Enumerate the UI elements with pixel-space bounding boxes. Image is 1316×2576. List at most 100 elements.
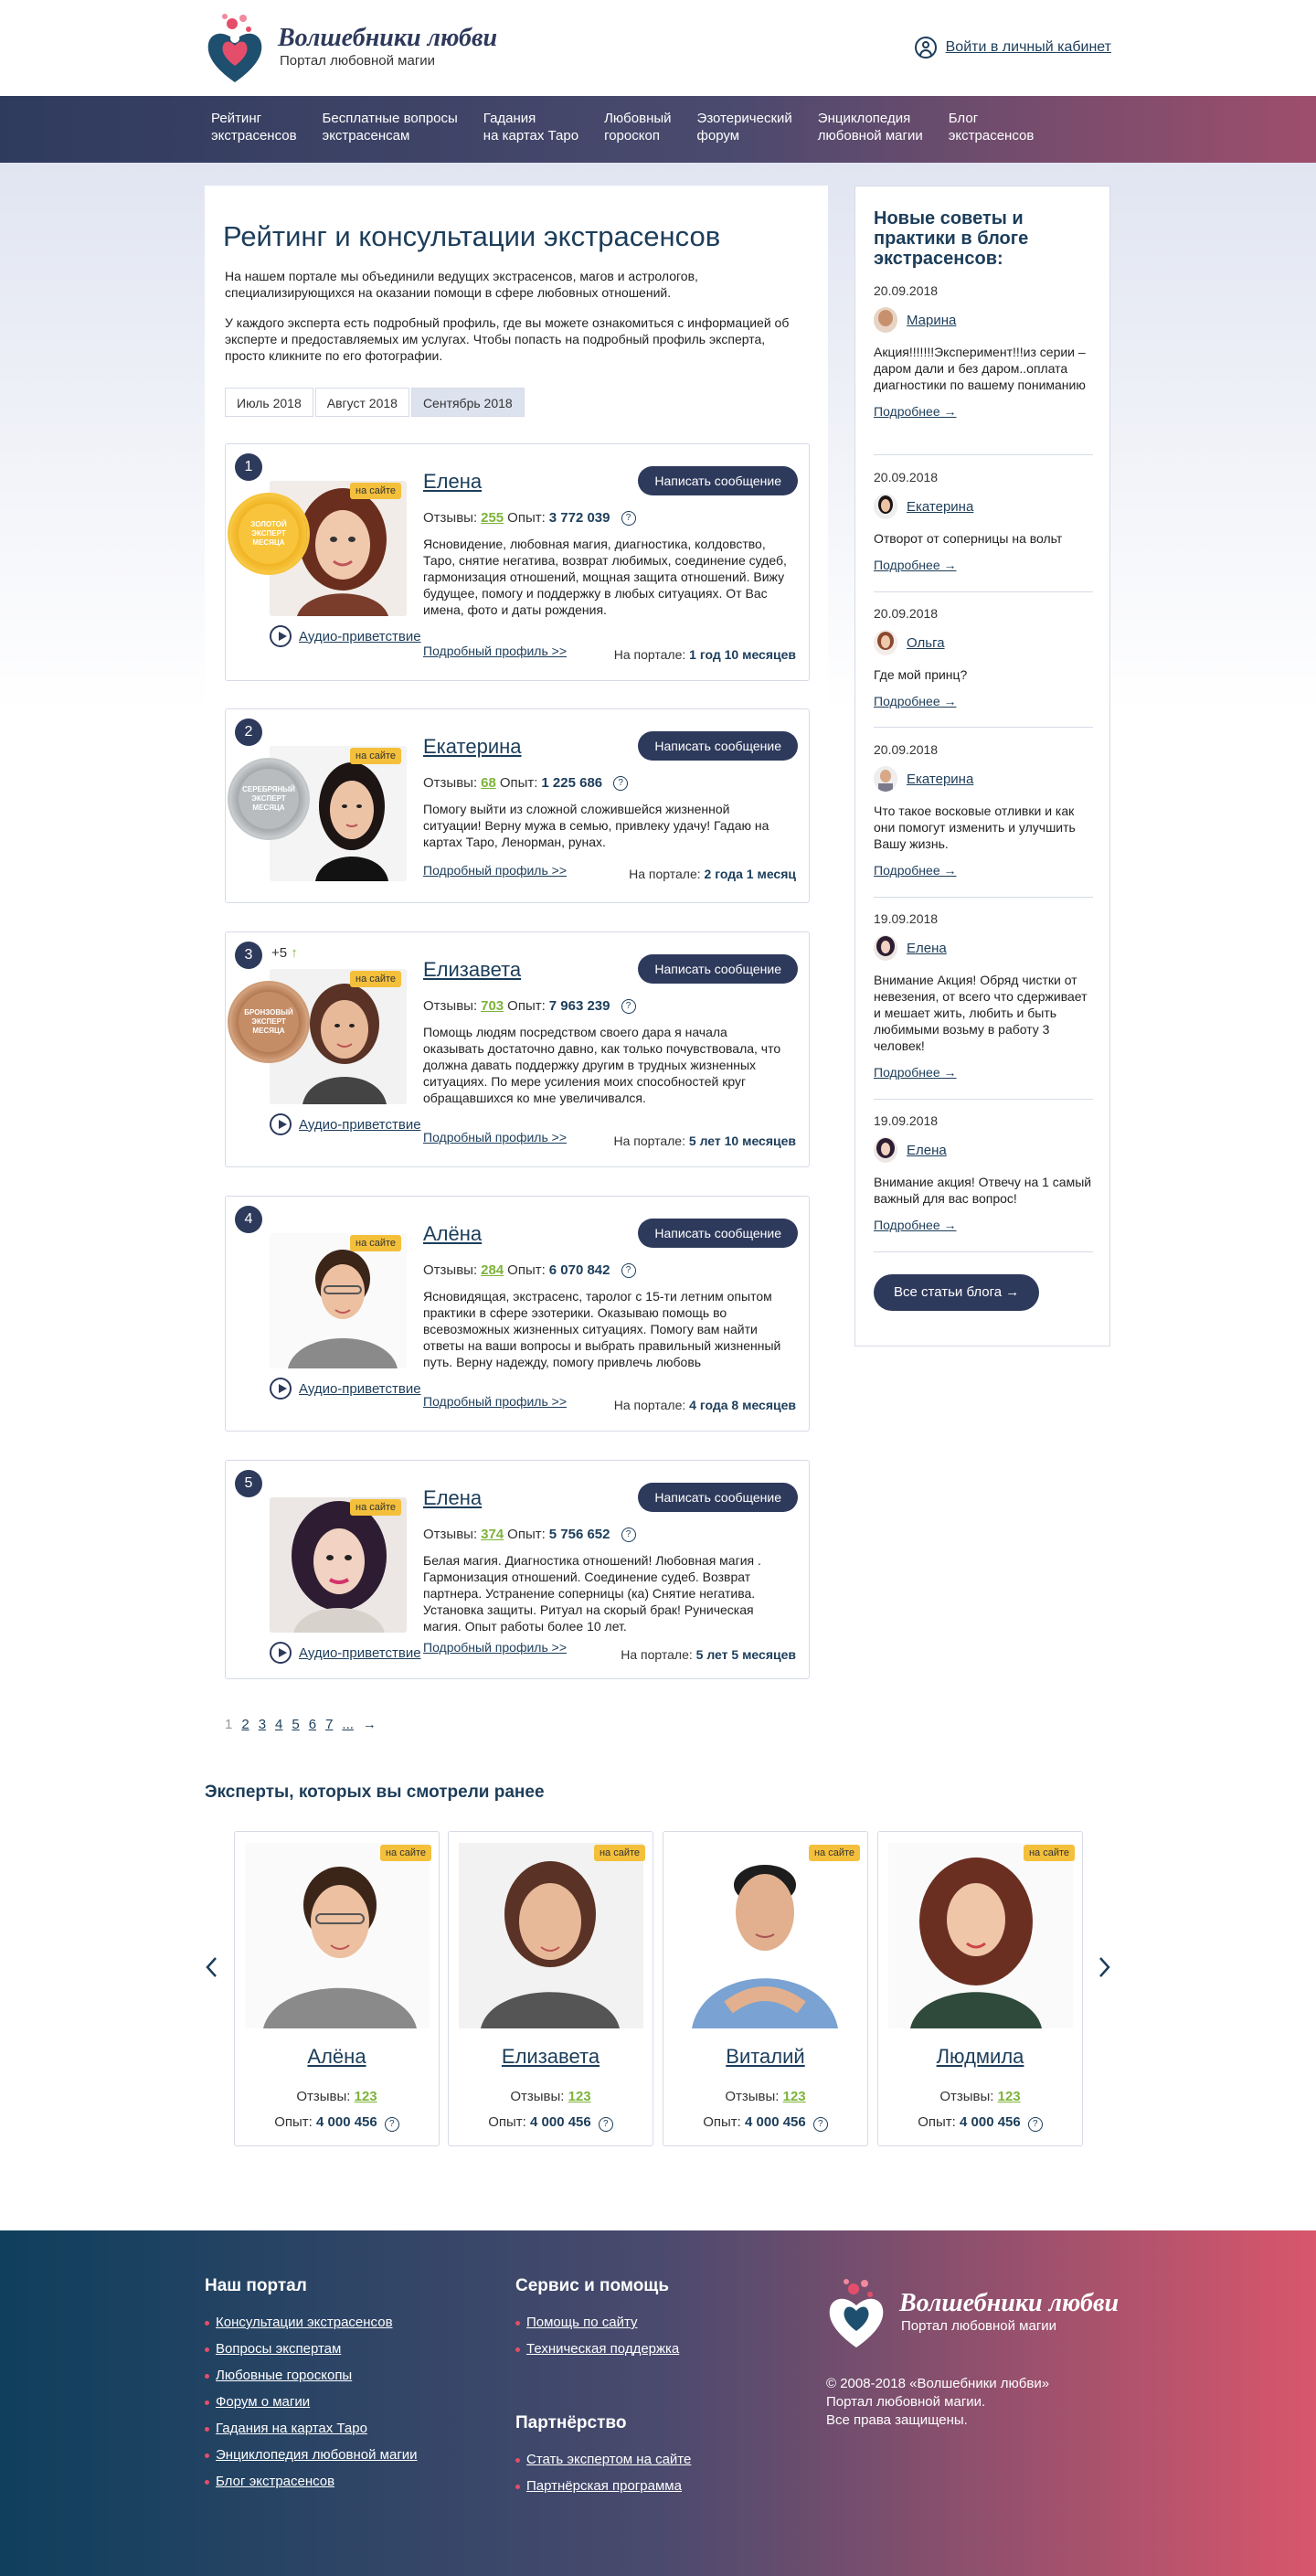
audio-greeting[interactable]: Аудио-приветствие [270, 625, 421, 647]
more-link[interactable]: Подробнее → [874, 694, 1093, 708]
profile-link[interactable]: Подробный профиль >> [423, 863, 567, 878]
write-message-button[interactable]: Написать сообщение [638, 466, 798, 495]
more-link[interactable]: Подробнее → [874, 1218, 1093, 1232]
profile-link[interactable]: Подробный профиль >> [423, 1394, 567, 1409]
author-name[interactable]: Елена [907, 941, 947, 956]
help-icon[interactable]: ? [1027, 2117, 1043, 2132]
next-page-icon[interactable]: → [363, 1717, 377, 1732]
author-name[interactable]: Марина [907, 313, 956, 328]
reviews-count[interactable]: 284 [481, 1262, 504, 1278]
help-icon[interactable]: ? [598, 2117, 613, 2132]
footer-link[interactable]: Помощь по сайту [515, 2315, 679, 2330]
footer-link[interactable]: Вопросы экспертам [205, 2341, 418, 2357]
nav-item-blog[interactable]: Блог экстрасенсов [949, 96, 1035, 163]
expert-name[interactable]: Людмила [878, 2045, 1082, 2069]
tab-july[interactable]: Июль 2018 [225, 388, 313, 417]
expert-name[interactable]: Елена [423, 1486, 482, 1510]
expert-photo[interactable] [888, 1843, 1073, 2028]
expert-photo[interactable] [270, 1233, 407, 1368]
footer-link[interactable]: Партнёрская программа [515, 2478, 691, 2494]
nav-item-tarot[interactable]: Гадания на картах Таро [483, 96, 578, 163]
post-author[interactable]: Елена [874, 1137, 1093, 1163]
chevron-left-icon[interactable] [203, 1956, 221, 1978]
nav-item-free-questions[interactable]: Бесплатные вопросы экстрасенсам [323, 96, 458, 163]
chevron-right-icon[interactable] [1095, 1956, 1113, 1978]
reviews-count[interactable]: 123 [783, 2089, 806, 2104]
footer-link[interactable]: Гадания на картах Таро [205, 2421, 418, 2436]
post-author[interactable]: Марина [874, 307, 1093, 333]
expert-name[interactable]: Виталий [663, 2045, 867, 2069]
page-link[interactable]: 2 [241, 1717, 249, 1732]
post-author[interactable]: Екатерина [874, 766, 1093, 792]
profile-link[interactable]: Подробный профиль >> [423, 644, 567, 658]
page-link[interactable]: 3 [259, 1717, 266, 1732]
page-link[interactable]: 7 [325, 1717, 333, 1732]
audio-greeting[interactable]: Аудио-приветствие [270, 1378, 421, 1400]
footer-logo[interactable]: Волшебники любви Портал любовной магии [826, 2276, 1128, 2349]
more-link[interactable]: Подробнее → [874, 863, 1093, 878]
page-link[interactable]: 5 [292, 1717, 299, 1732]
footer-link[interactable]: Любовные гороскопы [205, 2368, 418, 2383]
footer-link[interactable]: Стать экспертом на сайте [515, 2452, 691, 2467]
more-link[interactable]: Подробнее → [874, 558, 1093, 572]
author-name[interactable]: Екатерина [907, 499, 973, 515]
help-icon[interactable]: ? [621, 510, 636, 526]
write-message-button[interactable]: Написать сообщение [638, 954, 798, 984]
tab-september[interactable]: Сентябрь 2018 [410, 388, 525, 417]
expert-name[interactable]: Алёна [423, 1222, 482, 1246]
footer-link[interactable]: Форум о магии [205, 2394, 418, 2410]
post-author[interactable]: Ольга [874, 630, 1093, 655]
more-link[interactable]: Подробнее → [874, 404, 1093, 419]
post-author[interactable]: Екатерина [874, 494, 1093, 519]
reviews-count[interactable]: 123 [568, 2089, 591, 2104]
reviews-count[interactable]: 255 [481, 510, 504, 526]
recent-expert-card[interactable]: на сайте Алёна Отзывы: 123 Опыт: 4 000 4… [234, 1831, 440, 2146]
expert-photo[interactable] [674, 1843, 858, 2028]
reviews-count[interactable]: 374 [481, 1527, 504, 1542]
help-icon[interactable]: ? [384, 2117, 399, 2132]
recent-expert-card[interactable]: на сайте Людмила Отзывы: 123 Опыт: 4 000… [877, 1831, 1083, 2146]
write-message-button[interactable]: Написать сообщение [638, 731, 798, 761]
recent-expert-card[interactable]: на сайте Виталий Отзывы: 123 Опыт: 4 000… [663, 1831, 868, 2146]
post-author[interactable]: Елена [874, 935, 1093, 961]
nav-item-encyclopedia[interactable]: Энциклопедия любовной магии [818, 96, 923, 163]
author-name[interactable]: Елена [907, 1143, 947, 1158]
audio-label[interactable]: Аудио-приветствие [299, 1381, 421, 1397]
audio-greeting[interactable]: Аудио-приветствие [270, 1113, 421, 1135]
recent-expert-card[interactable]: на сайте Елизавета Отзывы: 123 Опыт: 4 0… [448, 1831, 653, 2146]
audio-label[interactable]: Аудио-приветствие [299, 629, 421, 644]
expert-photo[interactable] [245, 1843, 430, 2028]
reviews-count[interactable]: 123 [998, 2089, 1021, 2104]
play-icon[interactable] [270, 1378, 292, 1400]
audio-label[interactable]: Аудио-приветствие [299, 1117, 421, 1133]
write-message-button[interactable]: Написать сообщение [638, 1483, 798, 1512]
expert-name[interactable]: Елизавета [423, 958, 521, 982]
play-icon[interactable] [270, 1642, 292, 1664]
page-ellipsis[interactable]: ... [342, 1717, 354, 1732]
expert-photo[interactable] [270, 1497, 407, 1633]
play-icon[interactable] [270, 625, 292, 647]
audio-greeting[interactable]: Аудио-приветствие [270, 1642, 421, 1664]
page-link[interactable]: 4 [275, 1717, 282, 1732]
author-name[interactable]: Екатерина [907, 772, 973, 787]
expert-photo[interactable] [459, 1843, 643, 2028]
expert-name[interactable]: Елизавета [449, 2045, 653, 2069]
help-icon[interactable]: ? [621, 998, 636, 1014]
help-icon[interactable]: ? [812, 2117, 828, 2132]
help-icon[interactable]: ? [613, 775, 629, 791]
page-link[interactable]: 6 [309, 1717, 316, 1732]
footer-link[interactable]: Блог экстрасенсов [205, 2474, 418, 2489]
site-logo[interactable]: Волшебники любви Портал любовной магии [205, 11, 506, 86]
write-message-button[interactable]: Написать сообщение [638, 1219, 798, 1248]
reviews-count[interactable]: 703 [481, 998, 504, 1014]
tab-august[interactable]: Август 2018 [314, 388, 409, 417]
login-link[interactable]: Войти в личный кабинет [914, 37, 1111, 59]
help-icon[interactable]: ? [621, 1527, 636, 1542]
footer-link[interactable]: Техническая поддержка [515, 2341, 679, 2357]
nav-item-rating[interactable]: Рейтинг экстрасенсов [211, 96, 297, 163]
profile-link[interactable]: Подробный профиль >> [423, 1640, 567, 1655]
play-icon[interactable] [270, 1113, 292, 1135]
audio-label[interactable]: Аудио-приветствие [299, 1645, 421, 1661]
expert-name[interactable]: Алёна [235, 2045, 439, 2069]
reviews-count[interactable]: 68 [481, 775, 496, 791]
